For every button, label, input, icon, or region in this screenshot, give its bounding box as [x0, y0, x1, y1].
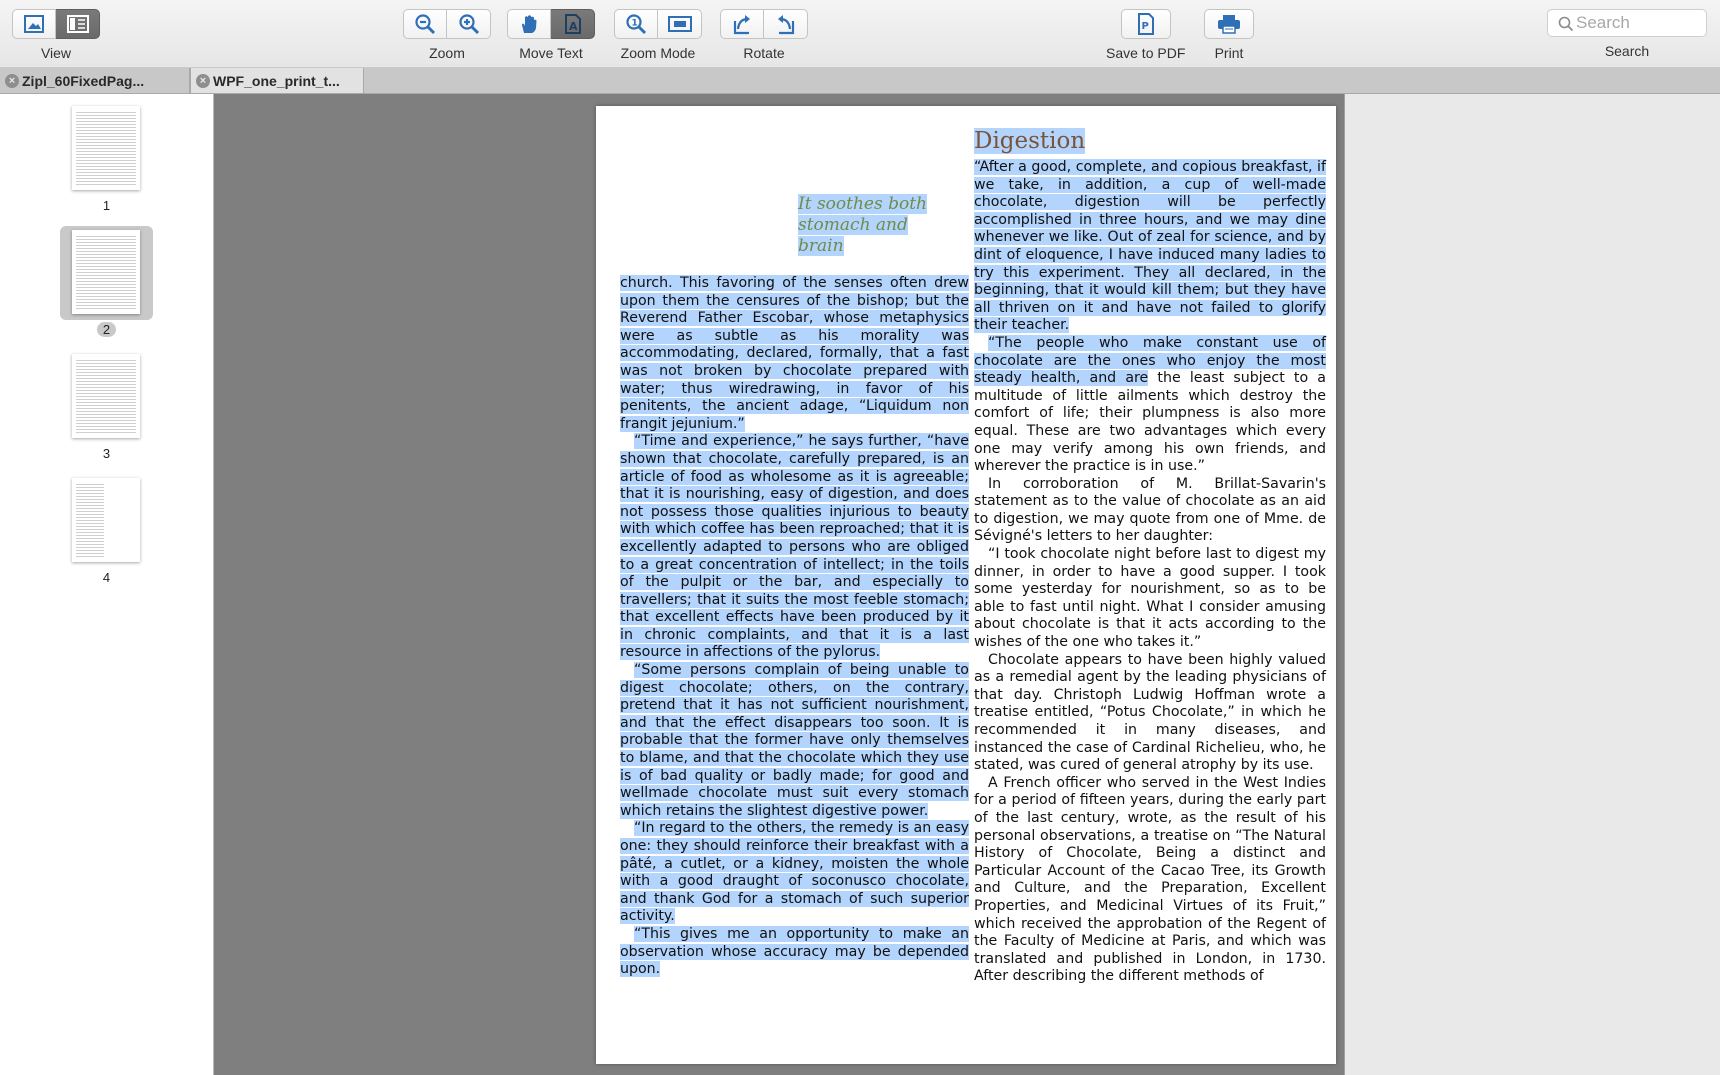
- print-button[interactable]: [1204, 9, 1254, 39]
- move-hand-button[interactable]: [507, 9, 551, 39]
- thumbnail-sidebar: 1 2 3 4: [0, 94, 214, 1075]
- pull-quote: It soothes both stomach and brain: [798, 194, 928, 256]
- thumbnail-image: [72, 478, 140, 562]
- paragraph: “I took chocolate night before last to d…: [974, 546, 1326, 651]
- text-select-icon: A: [564, 14, 581, 34]
- paragraph: “This gives me an opportunity to make an…: [620, 925, 969, 978]
- paragraph: church. This favoring of the senses ofte…: [620, 275, 969, 432]
- sidebar-view-button[interactable]: [56, 9, 100, 39]
- tab-document-1[interactable]: × Zipl_60FixedPag...: [0, 68, 190, 93]
- paragraph: “The people who make constant use of cho…: [974, 334, 1326, 475]
- close-icon[interactable]: ×: [196, 74, 210, 88]
- move-text-group: A Move Text: [507, 9, 595, 61]
- tab-bar: × Zipl_60FixedPag... × WPF_one_print_t..…: [0, 68, 1720, 94]
- left-text-column[interactable]: church. This favoring of the senses ofte…: [620, 275, 969, 979]
- save-to-pdf-button[interactable]: P: [1120, 9, 1171, 39]
- move-text-label: Move Text: [519, 45, 583, 61]
- document-canvas[interactable]: It soothes both stomach and brain church…: [214, 94, 1344, 1075]
- print-label: Print: [1214, 45, 1244, 61]
- section-heading: Digestion: [974, 128, 1086, 154]
- thumbnail-page-number: 2: [0, 322, 213, 337]
- rotate-right-button[interactable]: [764, 9, 808, 39]
- paragraph: “After a good, complete, and copious bre…: [974, 159, 1326, 334]
- svg-text:A: A: [569, 20, 578, 33]
- toolbar: View Zoom A Move Text 1 Zoom Mode Rotate…: [0, 0, 1720, 68]
- image-view-icon: [24, 15, 44, 33]
- save-pdf-group: P Save to PDF: [1106, 9, 1185, 61]
- zoom-out-button[interactable]: [403, 9, 447, 39]
- rotate-left-icon: [733, 15, 750, 35]
- sidebar-icon: [66, 15, 89, 33]
- svg-text:1: 1: [632, 19, 638, 29]
- paragraph: “Time and experience,” he says further, …: [620, 433, 969, 661]
- search-input[interactable]: Search: [1547, 9, 1707, 37]
- rotate-left-button[interactable]: [720, 9, 764, 39]
- printer-icon: [1218, 15, 1240, 34]
- paragraph: Chocolate appears to have been highly va…: [974, 651, 1326, 774]
- print-group: Print: [1204, 9, 1254, 61]
- paragraph: “Some persons complain of being unable t…: [620, 662, 969, 819]
- actual-size-button[interactable]: 1: [614, 9, 658, 39]
- thumbnail-image: [72, 230, 140, 314]
- document-canvas-margin: [1344, 94, 1720, 1075]
- pdf-icon: P: [1137, 13, 1154, 35]
- zoom-group: Zoom: [403, 9, 491, 61]
- single-page-view-button[interactable]: [12, 9, 56, 39]
- rotate-label: Rotate: [743, 45, 785, 61]
- search-icon: [1558, 16, 1574, 32]
- document-page[interactable]: It soothes both stomach and brain church…: [596, 106, 1336, 1064]
- thumbnail-page-number: 1: [102, 198, 111, 213]
- paragraph: “In regard to the others, the remedy is …: [620, 820, 969, 925]
- text-select-button[interactable]: A: [551, 9, 595, 39]
- fit-width-icon: [667, 16, 692, 32]
- save-pdf-label: Save to PDF: [1106, 45, 1186, 61]
- search-group: Search Search: [1547, 9, 1707, 59]
- view-group: View: [12, 9, 100, 61]
- rotate-group: Rotate: [720, 9, 808, 61]
- zoom-in-button[interactable]: [447, 9, 491, 39]
- search-placeholder: Search: [1576, 13, 1630, 32]
- actual-size-icon: 1: [626, 14, 647, 35]
- zoom-label: Zoom: [429, 45, 465, 61]
- tab-title: Zipl_60FixedPag...: [22, 72, 145, 89]
- tab-title: WPF_one_print_t...: [213, 72, 340, 89]
- thumbnail-image: [72, 354, 140, 438]
- thumbnail-page-number: 3: [102, 446, 111, 461]
- paragraph: A French officer who served in the West …: [974, 774, 1326, 985]
- close-icon[interactable]: ×: [5, 74, 19, 88]
- thumbnail-page-number: 4: [102, 570, 111, 585]
- zoom-mode-group: 1 Zoom Mode: [614, 9, 702, 61]
- rotate-right-icon: [777, 15, 794, 35]
- svg-text:P: P: [1141, 21, 1148, 32]
- fit-width-button[interactable]: [658, 9, 702, 39]
- zoom-mode-label: Zoom Mode: [620, 45, 696, 61]
- tab-document-2[interactable]: × WPF_one_print_t...: [190, 68, 364, 93]
- right-text-column[interactable]: “After a good, complete, and copious bre…: [974, 159, 1326, 986]
- search-label: Search: [1604, 43, 1650, 59]
- hand-icon: [522, 15, 537, 33]
- thumbnail-image: [72, 106, 140, 190]
- zoom-out-icon: [415, 14, 436, 35]
- zoom-in-icon: [458, 14, 479, 35]
- view-label: View: [40, 45, 72, 61]
- paragraph: In corroboration of M. Brillat-Savarin's…: [974, 475, 1326, 545]
